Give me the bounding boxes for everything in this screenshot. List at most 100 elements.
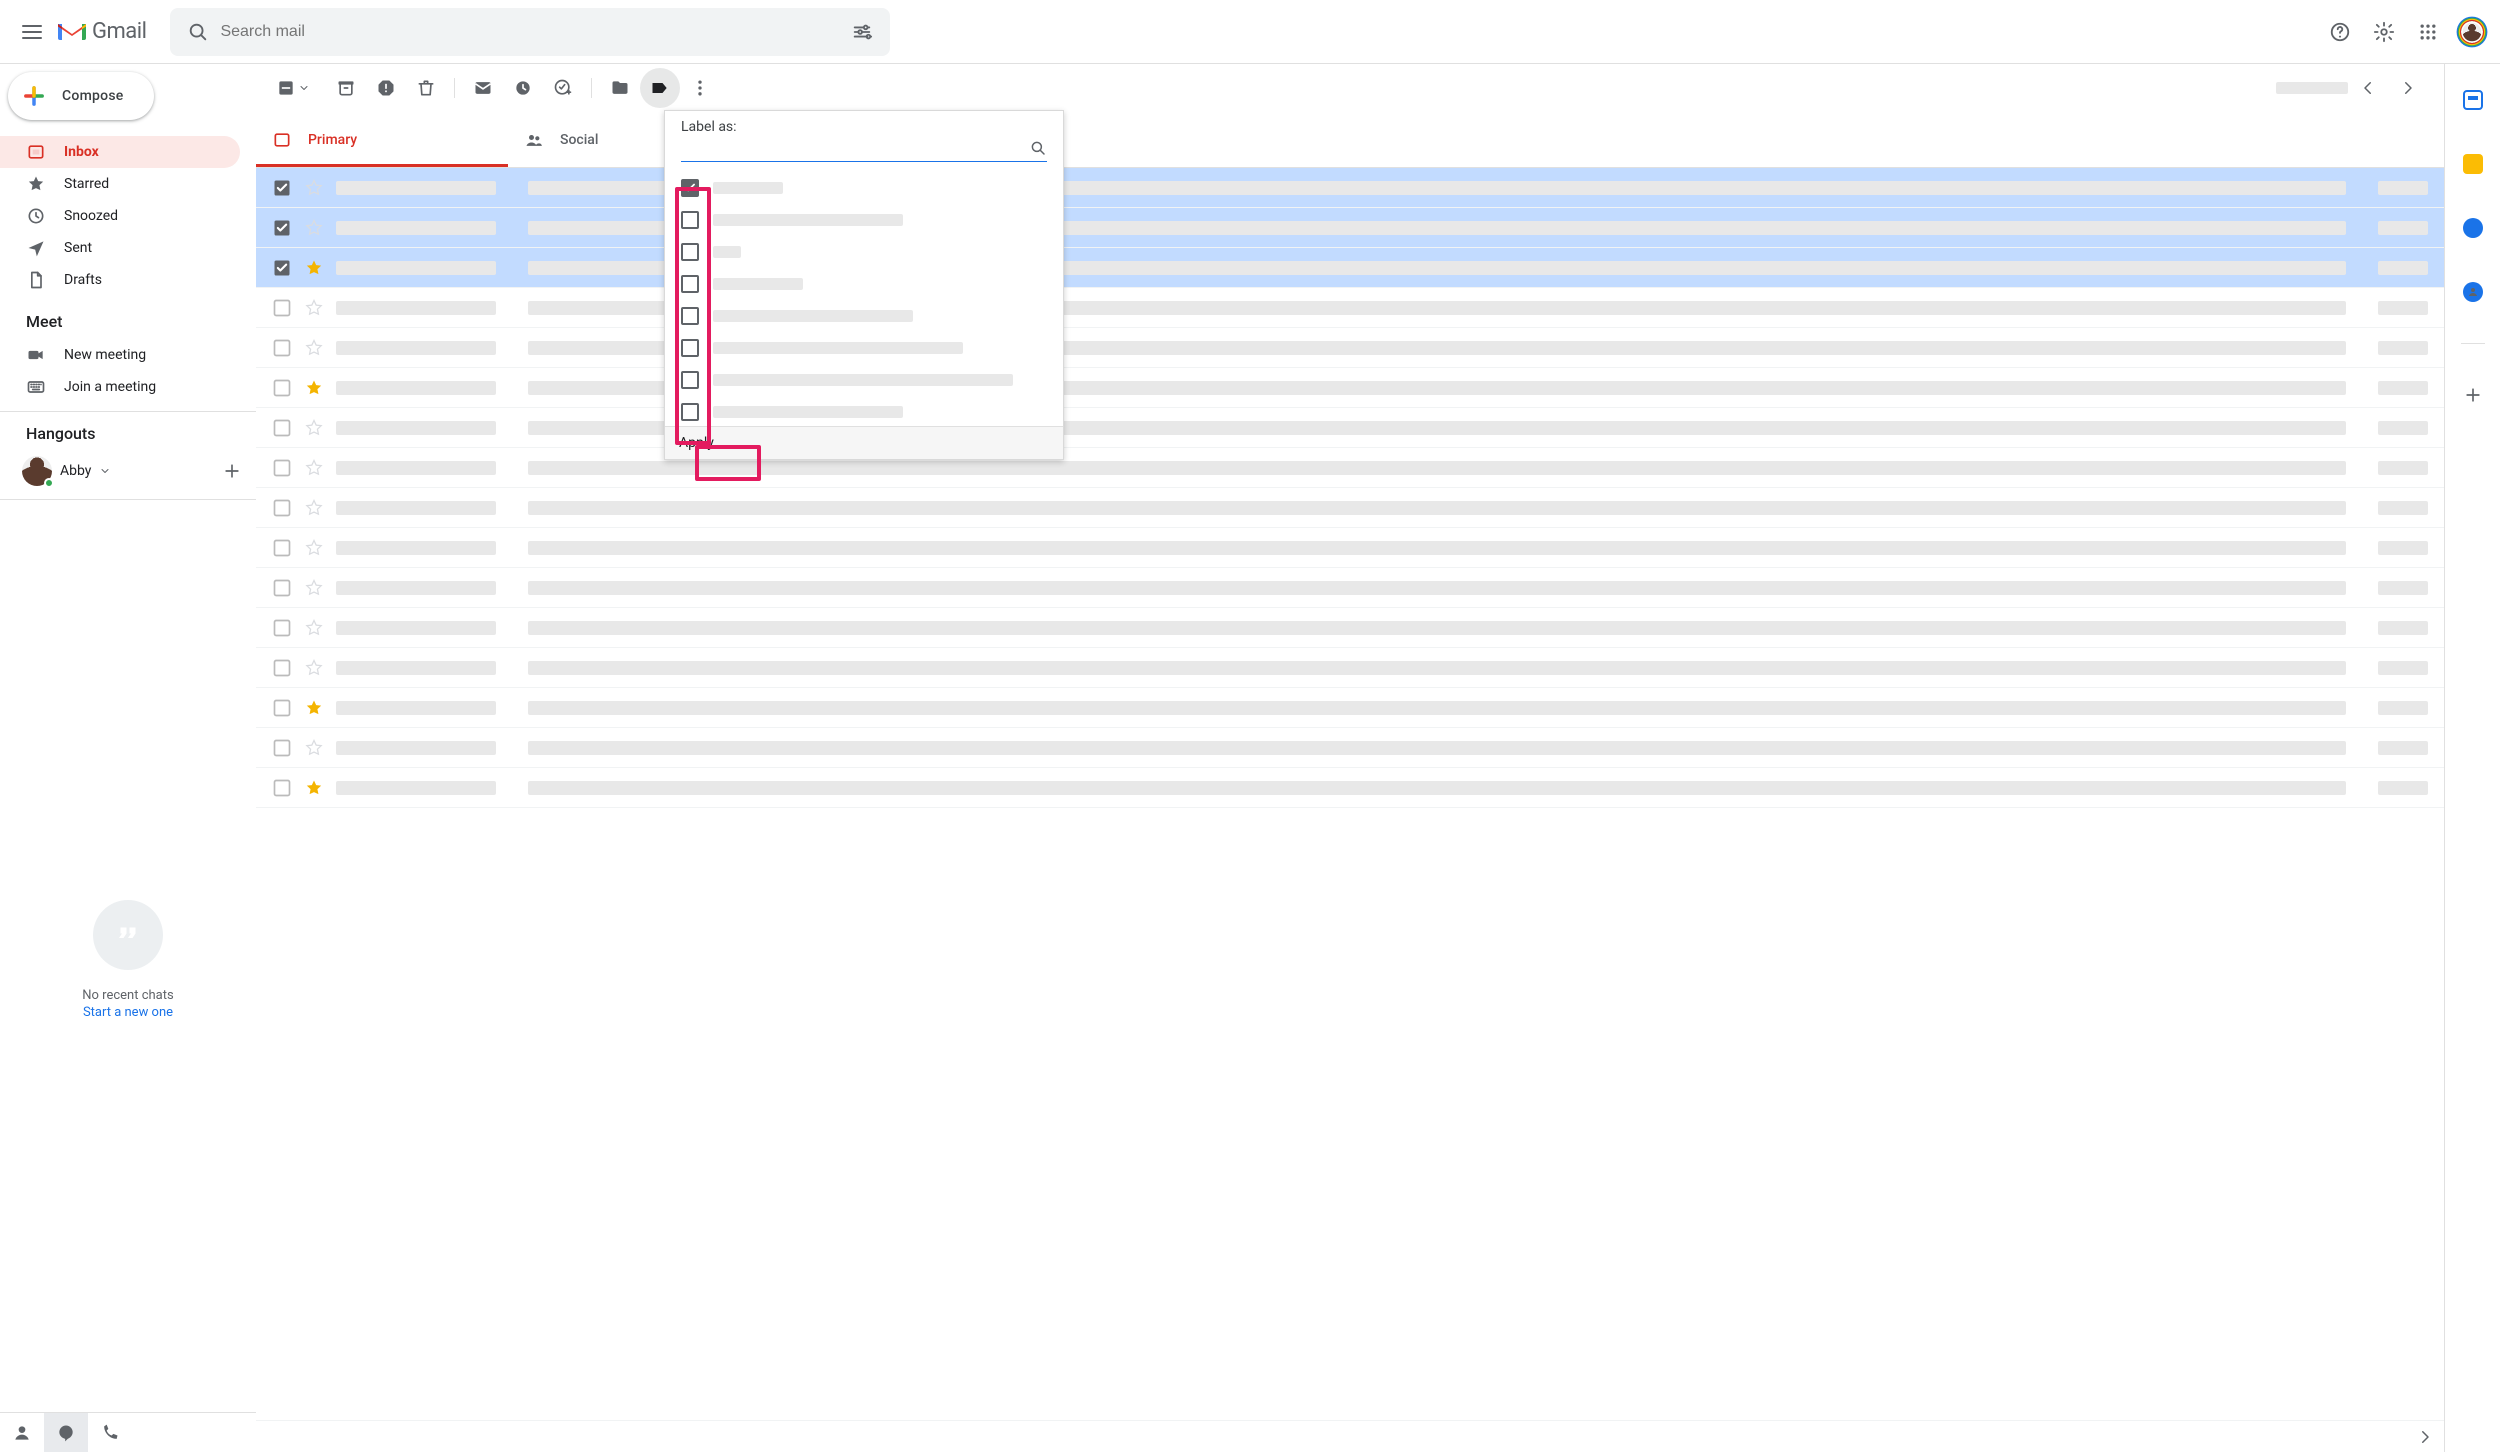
chevron-right-icon[interactable] [2416,1428,2434,1446]
support-button[interactable] [2320,12,2360,52]
footer-contacts-button[interactable] [0,1413,44,1452]
row-checkbox[interactable] [272,298,292,318]
label-option[interactable] [665,204,1063,236]
message-row[interactable] [256,608,2444,648]
contacts-app-button[interactable] [2453,272,2493,312]
report-spam-button[interactable] [366,68,406,108]
label-option-checkbox[interactable] [681,211,699,229]
newer-button[interactable] [2388,68,2428,108]
label-option-checkbox[interactable] [681,371,699,389]
label-option[interactable] [665,236,1063,268]
row-checkbox[interactable] [272,458,292,478]
row-star[interactable] [304,378,324,398]
row-star[interactable] [304,498,324,518]
hangouts-new-chat-button[interactable] [216,455,248,487]
more-button[interactable] [680,68,720,108]
message-row[interactable] [256,728,2444,768]
row-checkbox[interactable] [272,538,292,558]
row-checkbox[interactable] [272,258,292,278]
row-checkbox[interactable] [272,578,292,598]
label-search-input[interactable] [681,139,1047,162]
select-all-button[interactable] [272,68,314,108]
hangouts-user-row[interactable]: Abby [0,451,256,491]
label-option[interactable] [665,396,1063,426]
row-star[interactable] [304,218,324,238]
sidebar-item-drafts[interactable]: Drafts [0,264,240,296]
search-input[interactable] [218,22,842,42]
archive-button[interactable] [326,68,366,108]
google-apps-button[interactable] [2408,12,2448,52]
label-option-checkbox[interactable] [681,339,699,357]
row-star[interactable] [304,578,324,598]
label-option-checkbox[interactable] [681,403,699,421]
message-row[interactable] [256,688,2444,728]
row-star[interactable] [304,538,324,558]
label-option[interactable] [665,332,1063,364]
sidebar-item-snoozed[interactable]: Snoozed [0,200,240,232]
message-row[interactable] [256,408,2444,448]
label-option-checkbox[interactable] [681,275,699,293]
add-to-tasks-button[interactable] [543,68,583,108]
message-row[interactable] [256,448,2444,488]
row-star[interactable] [304,418,324,438]
message-row[interactable] [256,248,2444,288]
sidebar-item-starred[interactable]: Starred [0,168,240,200]
sidebar-item-join-meeting[interactable]: Join a meeting [0,371,240,403]
row-star[interactable] [304,258,324,278]
account-button[interactable] [2452,12,2492,52]
label-option-checkbox[interactable] [681,243,699,261]
row-star[interactable] [304,178,324,198]
row-checkbox[interactable] [272,378,292,398]
row-star[interactable] [304,778,324,798]
older-button[interactable] [2348,68,2388,108]
message-row[interactable] [256,768,2444,808]
sidebar-item-sent[interactable]: Sent [0,232,240,264]
calendar-app-button[interactable] [2453,80,2493,120]
row-checkbox[interactable] [272,658,292,678]
row-star[interactable] [304,458,324,478]
search-options-button[interactable] [842,12,882,52]
snooze-button[interactable] [503,68,543,108]
message-row[interactable] [256,168,2444,208]
search-button[interactable] [178,12,218,52]
mark-unread-button[interactable] [463,68,503,108]
row-checkbox[interactable] [272,178,292,198]
label-option[interactable] [665,268,1063,300]
message-row[interactable] [256,568,2444,608]
start-new-chat-link[interactable]: Start a new one [83,1005,173,1020]
sidebar-item-new-meeting[interactable]: New meeting [0,339,240,371]
label-option-checkbox[interactable] [681,307,699,325]
main-menu-button[interactable] [8,8,56,56]
row-star[interactable] [304,658,324,678]
footer-hangouts-button[interactable] [44,1413,88,1452]
keep-app-button[interactable] [2453,144,2493,184]
message-row[interactable] [256,208,2444,248]
message-row[interactable] [256,328,2444,368]
row-checkbox[interactable] [272,338,292,358]
row-star[interactable] [304,698,324,718]
row-checkbox[interactable] [272,778,292,798]
label-option-checkbox[interactable] [681,179,699,197]
message-row[interactable] [256,368,2444,408]
label-apply-button[interactable]: Apply [665,427,728,459]
sidebar-item-inbox[interactable]: Inbox [0,136,240,168]
row-checkbox[interactable] [272,218,292,238]
message-row[interactable] [256,528,2444,568]
row-star[interactable] [304,618,324,638]
row-star[interactable] [304,298,324,318]
row-checkbox[interactable] [272,418,292,438]
row-star[interactable] [304,338,324,358]
gmail-logo[interactable]: Gmail [56,19,146,44]
compose-button[interactable]: Compose [8,72,154,120]
delete-button[interactable] [406,68,446,108]
tab-primary[interactable]: Primary [256,112,508,167]
message-row[interactable] [256,488,2444,528]
message-row[interactable] [256,288,2444,328]
labels-button[interactable] [640,68,680,108]
message-row[interactable] [256,648,2444,688]
label-option-list[interactable] [665,168,1063,426]
row-checkbox[interactable] [272,498,292,518]
row-checkbox[interactable] [272,618,292,638]
label-option[interactable] [665,172,1063,204]
footer-phone-button[interactable] [88,1413,132,1452]
